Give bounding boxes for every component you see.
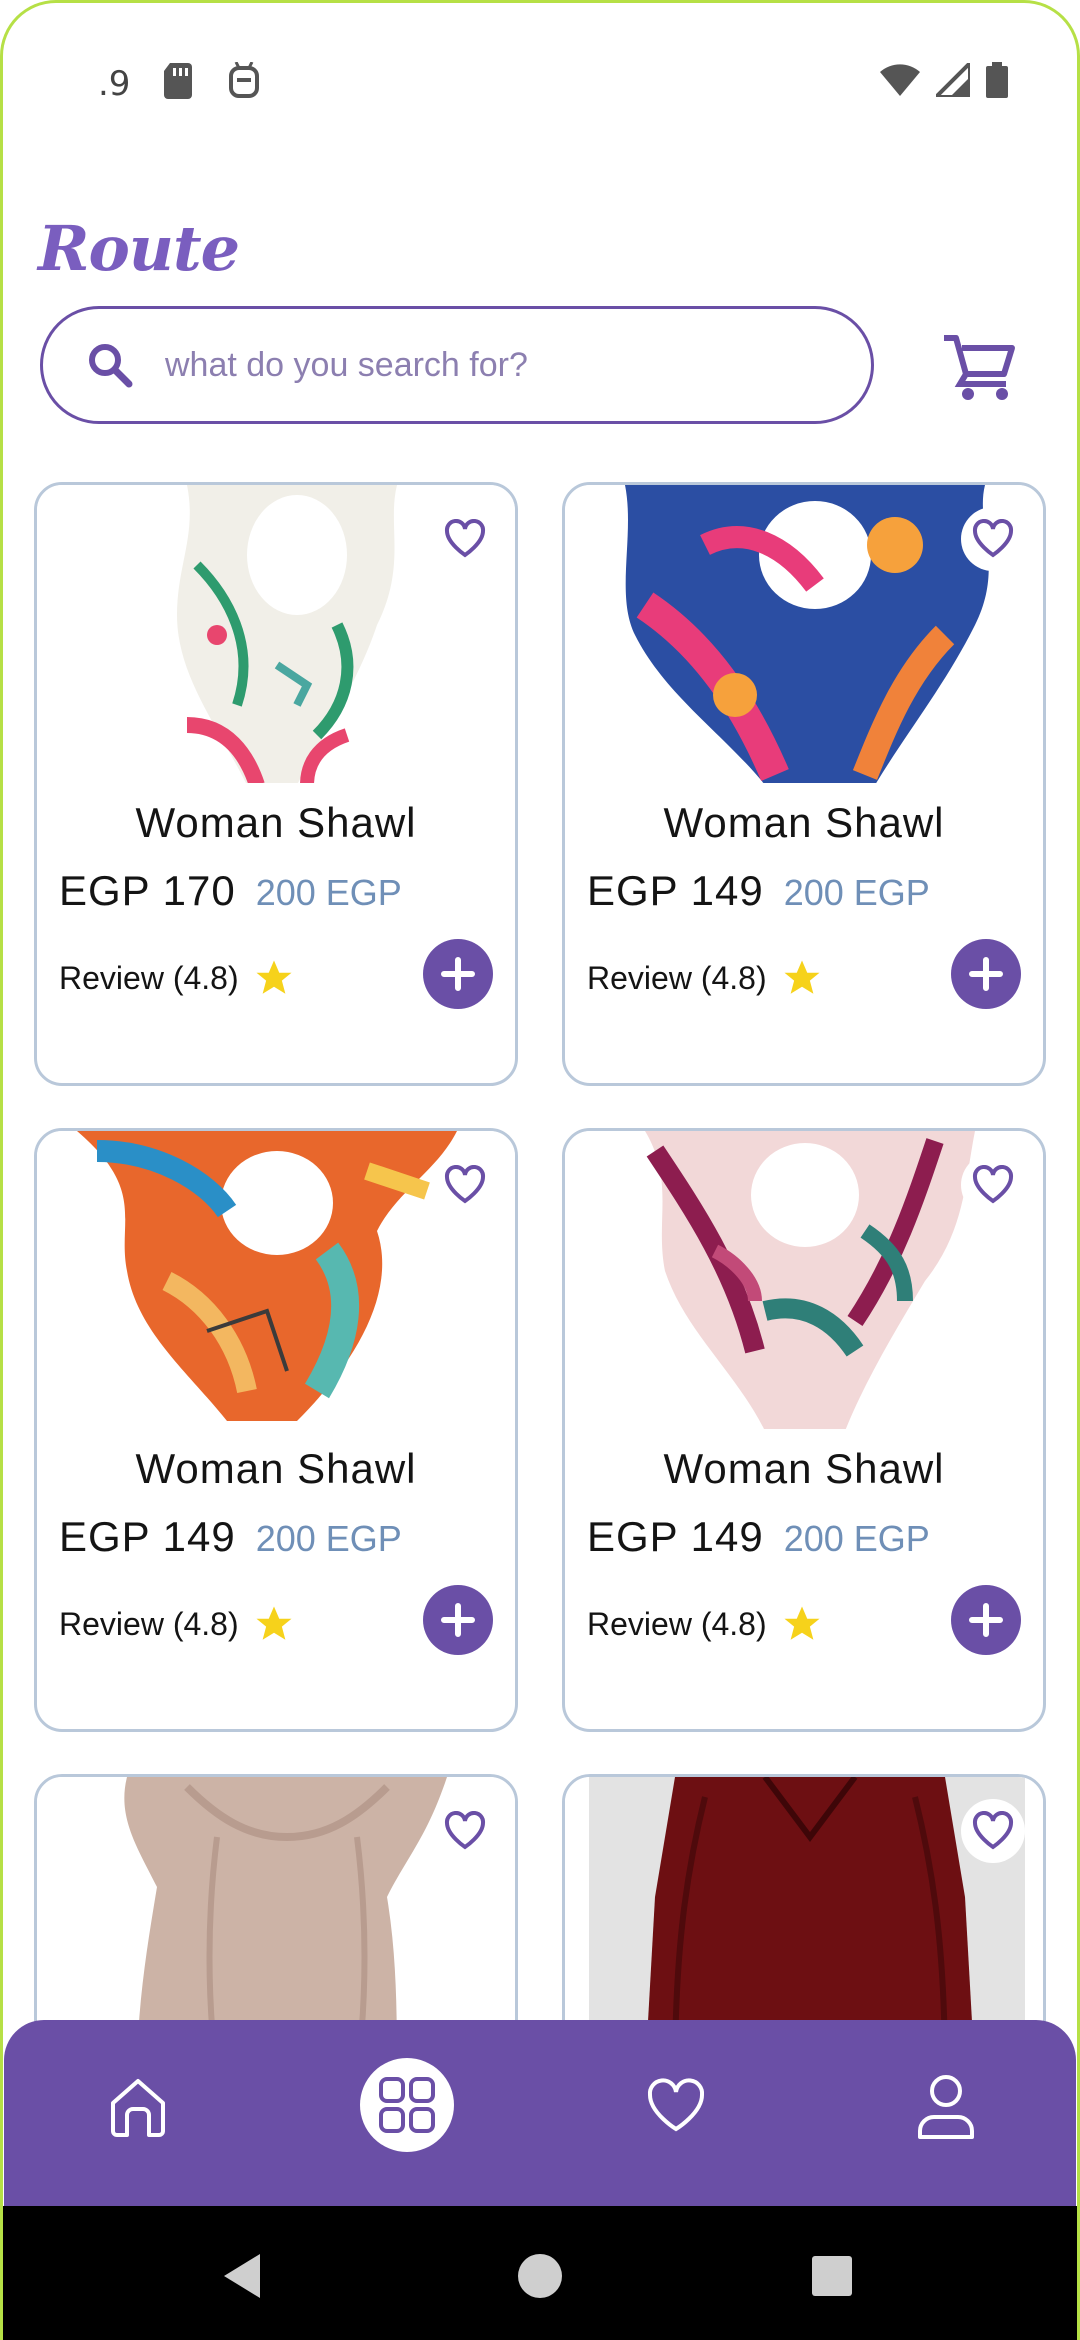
heart-outline-icon [444,519,486,558]
star-icon [784,960,820,994]
favorites-icon [647,2078,705,2132]
star-icon [256,960,292,994]
product-old-price: 200 EGP [255,872,402,913]
product-name: Woman Shawl [135,1445,417,1492]
system-nav-bar [0,2206,1080,2340]
categories-icon [379,2077,435,2133]
product-review: Review (4.8) [59,1605,239,1642]
bottom-nav [4,2020,1076,2206]
wifi-icon [880,64,920,101]
star-icon [256,1606,292,1640]
product-old-price: 200 EGP [783,872,930,913]
nav-profile[interactable] [896,2056,996,2156]
favorite-button[interactable] [961,1799,1025,1863]
plus-icon [441,957,475,991]
battery-icon [986,62,1008,103]
product-old-price: 200 EGP [255,1518,402,1559]
heart-outline-icon [972,1811,1014,1850]
heart-outline-icon [444,1165,486,1204]
product-price: EGP 170 [59,867,236,914]
signal-icon [931,58,972,102]
profile-icon [918,2075,974,2139]
product-name: Woman Shawl [663,1445,945,1492]
product-price: EGP 149 [59,1513,236,1560]
product-name: Woman Shawl [663,799,945,846]
home-circle-icon[interactable] [510,2246,570,2306]
plus-icon [441,1603,475,1637]
add-to-cart-button[interactable] [951,939,1021,1009]
android-debug-icon [228,61,260,105]
product-old-price: 200 EGP [783,1518,930,1559]
nav-favorites[interactable] [626,2056,726,2156]
search-bar[interactable] [40,306,874,424]
plus-icon [969,957,1003,991]
product-name: Woman Shawl [135,799,417,846]
add-to-cart-button[interactable] [423,1585,493,1655]
back-icon[interactable] [214,2246,274,2306]
search-icon [89,344,133,388]
heart-outline-icon [972,519,1014,558]
product-review: Review (4.8) [59,959,239,996]
heart-outline-icon [972,1165,1014,1204]
product-review: Review (4.8) [587,959,767,996]
product-card[interactable]: Woman Shawl EGP 170 200 EGP Review (4.8) [34,482,518,1086]
star-icon [784,1606,820,1640]
product-card[interactable]: Woman Shawl EGP 149 200 EGP Review (4.8) [562,482,1046,1086]
product-price: EGP 149 [587,867,764,914]
plus-icon [969,1603,1003,1637]
product-card[interactable]: Woman Shawl EGP 149 200 EGP Review (4.8) [34,1128,518,1732]
recents-icon[interactable] [802,2246,862,2306]
product-review: Review (4.8) [587,1605,767,1642]
sd-card-icon [164,63,194,104]
home-icon [111,2079,165,2137]
nav-home[interactable] [88,2056,188,2156]
status-time: .9 [98,63,131,104]
cart-button[interactable] [940,326,1020,406]
favorite-button[interactable] [961,507,1025,571]
product-price: EGP 149 [587,1513,764,1560]
favorite-button[interactable] [433,1153,497,1217]
search-input[interactable] [165,345,805,385]
add-to-cart-button[interactable] [951,1585,1021,1655]
add-to-cart-button[interactable] [423,939,493,1009]
favorite-button[interactable] [433,1799,497,1863]
app-logo: Route [38,212,240,285]
nav-categories[interactable] [360,2058,454,2152]
cart-icon [944,335,1015,400]
heart-outline-icon [444,1811,486,1850]
status-bar: .9 [0,0,1080,160]
favorite-button[interactable] [433,507,497,571]
product-card[interactable]: Woman Shawl EGP 149 200 EGP Review (4.8) [562,1128,1046,1732]
favorite-button[interactable] [961,1153,1025,1217]
